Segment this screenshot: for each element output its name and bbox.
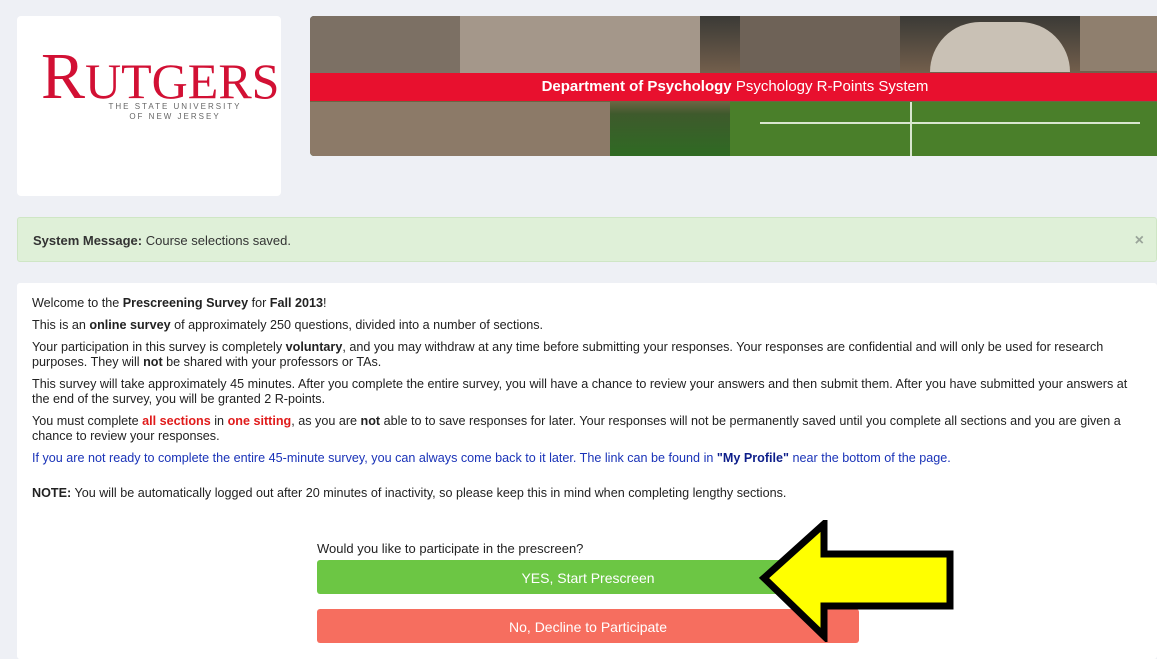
department-name: Department of Psychology [541, 78, 732, 95]
return-later-text: If you are not ready to complete the ent… [32, 451, 951, 465]
system-message-label: System Message: [33, 233, 143, 248]
arrow-left-icon [758, 520, 954, 642]
stadium-field-image [730, 102, 1157, 156]
rutgers-logo: RUTGERS [41, 40, 280, 113]
duration-text: This survey will take approximately 45 m… [32, 377, 1128, 406]
system-message: System Message: Course selections saved.… [17, 217, 1157, 262]
logo-subtitle: THE STATE UNIVERSITY OF NEW JERSEY [108, 102, 242, 121]
system-message-text: Course selections saved. [145, 233, 291, 248]
close-icon[interactable]: × [1135, 218, 1144, 263]
note-text: NOTE: You will be automatically logged o… [32, 486, 787, 500]
system-name: Psychology R-Points System [735, 78, 929, 95]
logo-card: RUTGERS THE STATE UNIVERSITY OF NEW JERS… [17, 16, 281, 196]
header-banner: Department of Psychology Psychology R-Po… [310, 16, 1157, 156]
banner-title: Department of Psychology Psychology R-Po… [310, 73, 1157, 101]
participation-text: Your participation in this survey is com… [32, 340, 1104, 369]
my-profile-link[interactable]: "My Profile" [717, 451, 789, 465]
participate-prompt: Would you like to participate in the pre… [317, 541, 584, 556]
survey-intro-card: Welcome to the Prescreening Survey for F… [17, 283, 1157, 659]
completion-text: You must complete all sections in one si… [32, 414, 1121, 443]
welcome-text: Welcome to the Prescreening Survey for F… [32, 296, 327, 310]
survey-description: This is an online survey of approximatel… [32, 318, 544, 332]
